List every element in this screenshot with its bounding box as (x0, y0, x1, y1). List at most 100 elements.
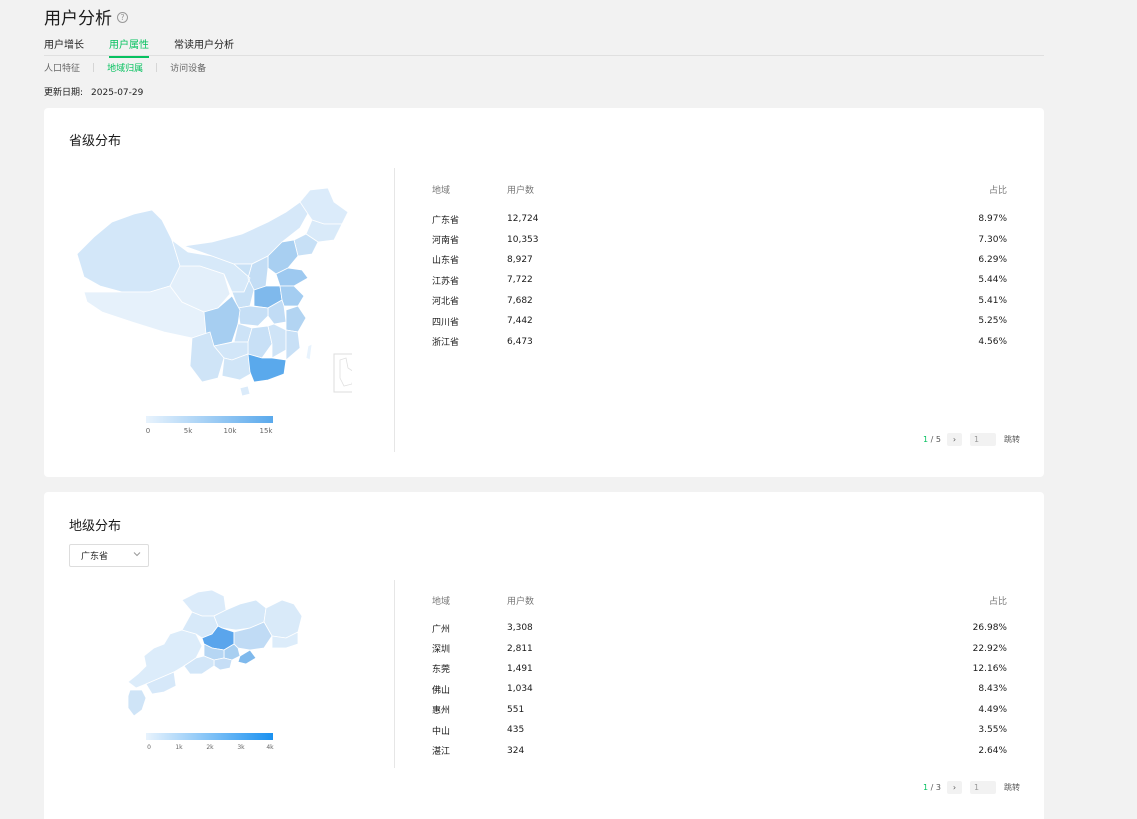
legend-label: 3k (237, 744, 245, 751)
cell-users: 2,811 (507, 643, 533, 654)
cell-region: 广州 (432, 624, 451, 635)
cell-region: 惠州 (432, 706, 451, 717)
legend-label: 15k (259, 427, 273, 435)
cell-ratio: 8.43% (978, 684, 1007, 695)
legend-label: 5k (183, 427, 193, 435)
cell-ratio: 2.64% (978, 745, 1007, 756)
update-date: 更新日期: 2025-07-29 (44, 85, 143, 98)
table-row: 山东省 8,927 6.29% (432, 250, 1007, 270)
column-header-users: 用户数 (507, 596, 535, 607)
legend-label: 0 (145, 427, 151, 435)
cell-users: 8,927 (507, 254, 533, 265)
south-china-sea-inset (333, 353, 365, 393)
pager-page-input[interactable]: 1 (970, 433, 996, 446)
city-distribution-card: 地级分布 广东省 0 1k 2k 3k 4k 地域 用户数 占比 广州 3,30… (44, 492, 1044, 819)
cell-region: 浙江省 (432, 338, 460, 349)
table-row: 佛山 1,034 8.43% (432, 679, 1007, 699)
cell-ratio: 5.41% (978, 295, 1007, 306)
map-region (305, 343, 313, 361)
province-table: 地域 用户数 占比 广东省 12,724 8.97% 河南省 10,353 7.30% … (432, 181, 1007, 352)
cell-ratio: 8.97% (978, 214, 1007, 225)
cell-ratio: 5.44% (978, 275, 1007, 286)
table-header: 地域 用户数 占比 (432, 592, 1007, 608)
cell-region: 中山 (432, 726, 451, 737)
cell-users: 324 (507, 745, 525, 756)
table-header: 地域 用户数 占比 (432, 181, 1007, 197)
column-header-ratio[interactable]: 占比 (607, 594, 1007, 607)
legend-gradient (146, 733, 273, 740)
pager-total-pages: / 3 (930, 783, 941, 792)
cell-region: 东莞 (432, 665, 451, 676)
cell-region: 江苏省 (432, 276, 460, 287)
cell-users: 7,442 (507, 316, 533, 327)
pager-next-button[interactable]: › (947, 781, 962, 794)
map-region (279, 285, 305, 307)
map-region (299, 187, 349, 225)
column-header-region: 地域 (432, 185, 451, 196)
legend-labels: 0 1k 2k 3k 4k (146, 744, 274, 754)
city-card-title: 地级分布 (69, 519, 122, 534)
chevron-right-icon: › (952, 783, 957, 792)
cell-region: 河北省 (432, 297, 460, 308)
map-region (181, 589, 227, 617)
cell-region: 广东省 (432, 215, 460, 226)
cell-users: 12,724 (507, 214, 539, 225)
cell-region: 山东省 (432, 256, 460, 267)
map-region (285, 329, 301, 361)
cell-ratio: 12.16% (972, 663, 1007, 674)
sub-tabs: 人口特征 | 地域归属 | 访问设备 (44, 61, 206, 75)
table-row: 中山 435 3.55% (432, 720, 1007, 740)
map-region (76, 209, 181, 293)
map-region (213, 657, 233, 671)
table-row: 东莞 1,491 12.16% (432, 659, 1007, 679)
help-circle-icon[interactable]: ? (117, 11, 128, 23)
pager-next-button[interactable]: › (947, 433, 962, 446)
map-region (237, 305, 269, 327)
province-distribution-card: 省级分布 0 5k 10k 15k 地域 用户数 占比 广东省 12,724 8… (44, 108, 1044, 477)
subtab-region[interactable]: 地域归属 (107, 61, 143, 74)
legend-label: 1k (175, 744, 183, 751)
table-row: 河南省 10,353 7.30% (432, 229, 1007, 249)
column-header-ratio[interactable]: 占比 (607, 183, 1007, 196)
subtab-separator: | (155, 62, 159, 73)
subtab-device[interactable]: 访问设备 (170, 61, 206, 74)
cell-ratio: 22.92% (972, 643, 1007, 654)
map-region (127, 689, 147, 717)
pager-jump-button[interactable]: 跳转 (1004, 434, 1020, 445)
table-row: 广东省 12,724 8.97% (432, 209, 1007, 229)
cell-users: 1,491 (507, 663, 533, 674)
table-row: 深圳 2,811 22.92% (432, 638, 1007, 658)
cell-users: 551 (507, 704, 525, 715)
cell-ratio: 4.49% (978, 704, 1007, 715)
subtab-separator: | (92, 62, 96, 73)
table-row: 惠州 551 4.49% (432, 700, 1007, 720)
cell-users: 7,722 (507, 275, 533, 286)
pager-page-input[interactable]: 1 (970, 781, 996, 794)
pager-current-page: 1 (923, 435, 929, 444)
subtab-demographics[interactable]: 人口特征 (44, 61, 80, 74)
pager-jump-button[interactable]: 跳转 (1004, 782, 1020, 793)
cell-ratio: 6.29% (978, 254, 1007, 265)
map-region (339, 357, 355, 387)
column-header-users: 用户数 (507, 185, 535, 196)
cell-ratio: 3.55% (978, 725, 1007, 736)
cell-ratio: 5.25% (978, 316, 1007, 327)
cell-ratio: 4.56% (978, 336, 1007, 347)
map-region (285, 305, 307, 333)
table-row: 广州 3,308 26.98% (432, 618, 1007, 638)
city-table: 地域 用户数 占比 广州 3,308 26.98% 深圳 2,811 22.92% 东莞… (432, 592, 1007, 761)
legend-gradient (146, 416, 273, 423)
update-date-label: 更新日期: (44, 88, 84, 98)
legend-label: 2k (206, 744, 214, 751)
cell-region: 湛江 (432, 747, 451, 758)
chevron-down-icon (133, 552, 141, 557)
page-title: 用户分析 ? (44, 4, 128, 29)
map-region (247, 325, 273, 359)
pager-current-page: 1 (923, 783, 929, 792)
cell-region: 河南省 (432, 236, 460, 247)
province-select[interactable]: 广东省 (69, 544, 149, 567)
province-pagination: 1 / 5 › 1 跳转 (923, 433, 1020, 446)
cell-region: 佛山 (432, 685, 451, 696)
map-region (237, 649, 257, 665)
map-region (247, 353, 287, 383)
